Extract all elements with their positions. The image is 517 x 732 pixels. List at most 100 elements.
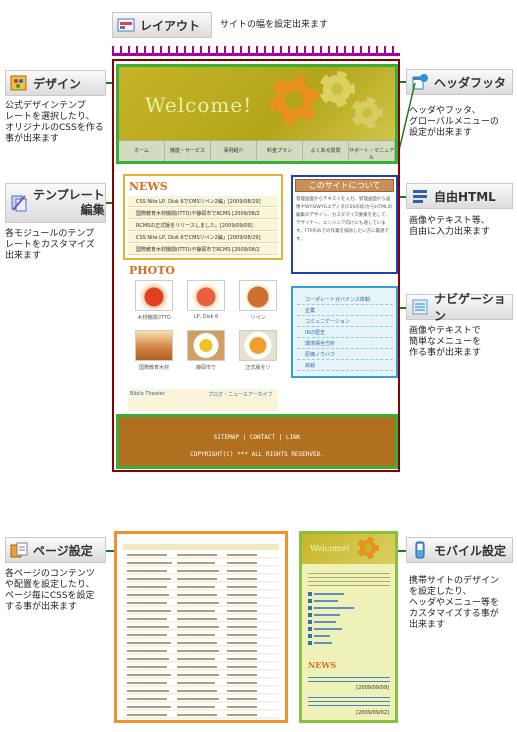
navigation-desc-line: 画像やテキストで [409,326,481,336]
template-label-text2: 編集 [80,203,105,217]
mobile-news-date: [2009/09/09] [356,685,389,691]
layout-label-text: レイアウト [140,18,201,33]
navigation-desc-line: 簡単なメニューを [409,337,482,347]
page-settings-label-text: ページ設定 [33,543,93,558]
bottom-right-link[interactable]: ブログ・ニュースアーカイブ [208,391,272,398]
mobile-screenshot: Welcome! NEWS [2009/09/09] [2009/09/02] [299,531,398,723]
mobile-intro-text [308,570,390,586]
photo-caption: 正式版をリ [245,365,271,371]
mobile-welcome: Welcome! [310,544,350,553]
header-footer-desc: ヘッダやフッタ、 グローバルメニューの 設定が出来ます [409,106,515,139]
footer-copyright: COPYRIGHT(C) *** ALL RIGHTS RESERVED. [190,451,324,458]
navi-item[interactable]: 環境保全方針 [297,340,393,349]
template-icon [10,194,28,212]
free-html-label-text: 自由HTML [434,189,496,204]
navi-item[interactable]: 目録 [297,362,393,371]
mobile-desc-line: 出来ます [409,620,446,630]
navigation-label-text: ナビゲーション [434,292,506,323]
page-settings-icon [10,541,28,559]
page-settings-label: ページ設定 [5,537,106,563]
mobile-menu [308,590,368,646]
photo-thumb[interactable] [239,330,277,361]
footer-highlight [116,414,398,469]
design-desc-line: 事が出来ます [5,134,60,144]
mobile-phone-icon [411,541,429,559]
template-label-text: テンプレート [33,188,105,202]
photo-caption: 静岡市で [195,365,216,371]
photo-caption: 木材機関(ITTO [137,315,171,321]
mobile-news-title: NEWS [308,660,337,670]
table-header [123,544,279,550]
template-desc: 各モジュールのテンプ レートをカスタマイズ 出来ます [5,229,115,262]
layout-label: レイアウト [112,12,212,38]
design-label: デザイン [5,70,106,96]
mobile-header: Welcome! [302,534,395,564]
free-html-desc: 画像やテキスト等、 自由に入力出来ます [409,216,515,238]
page-settings-desc-line: ページ毎にCSSを設定 [5,591,95,601]
photo-caption: LP, Disk 6 [193,314,219,320]
mobile-settings-label-text: モバイル設定 [434,543,507,558]
navigation-label: ナビゲーション [406,292,513,323]
palette-icon [10,74,28,92]
navi-item[interactable]: IRの歴史 [297,329,393,338]
navi-item[interactable]: コミュニケーション [297,318,393,327]
navigation-desc: 画像やテキストで 簡単なメニューを 作る事が出来ます [409,326,515,359]
header-footer-desc-line: ヘッダやフッタ、 [409,106,481,116]
template-label: テンプレート 編集 [5,183,106,223]
mobile-news-item[interactable] [308,674,390,683]
footer-links[interactable]: SITEMAP | CONTACT | LINK [116,434,398,441]
connector-line [106,550,114,552]
design-desc-line: レートを選択したり、 [5,112,95,122]
layout-icon [117,16,135,34]
page-table-rows [123,554,279,719]
page-settings-desc-line: や配置を設定したり、 [5,580,95,590]
photo-caption: リペン [250,315,266,321]
photo-thumb[interactable] [187,280,225,311]
design-label-text: デザイン [33,76,82,91]
navi-item[interactable]: 企業 [297,307,393,316]
photo-thumb[interactable] [135,330,173,361]
html-module-text: 管理画面からテキストを入力、管理画面から画像やWYSIWYGエディタ(CSSの枠… [296,197,393,242]
free-html-desc-line: 画像やテキスト等、 [409,216,490,226]
bottom-left-link[interactable]: Biblio Theater [130,391,165,397]
photo-thumb[interactable] [187,330,225,361]
template-desc-line: 各モジュールのテンプ [5,229,95,239]
html-module-title: このサイトについて [295,179,394,192]
mobile-desc-line: ヘッダやメニュー等を [409,598,500,608]
free-html-label: 自由HTML [406,183,513,209]
free-html-desc-line: 自由に入力出来ます [409,227,491,237]
mobile-desc-line: 携帯サイトのデザイン [409,576,500,586]
news-item[interactable]: CSS Nite LP, Disk 6でCMSリペン2編」[2009/08/29… [128,232,278,243]
template-desc-line: 出来ます [5,251,42,261]
template-desc-line: レートをカスタマイズ [5,240,95,250]
mobile-news-item[interactable] [308,694,390,706]
navi-item[interactable]: コーポレートガバナンス体制 [297,296,393,305]
layout-desc: サイトの幅を設定出来ます [220,20,329,30]
gear-icon [357,537,379,559]
design-desc-line: 公式デザインテンプ [5,101,86,111]
photo-thumb[interactable] [135,280,173,311]
navigation-desc-line: 作る事が出来ます [409,348,482,358]
mobile-desc: 携帯サイトのデザイン を設定したり、 ヘッダやメニュー等を カスタマイズする事が… [409,576,515,631]
mobile-desc-line: を設定したり、 [409,587,472,597]
template-bottom-links: Biblio Theater ブログ・ニュースアーカイブ [128,389,278,411]
connector-line [398,550,406,552]
header-footer-desc-line: 設定が出来ます [409,128,473,138]
width-ruler [112,46,400,56]
page-settings-desc-line: する事が出来ます [5,602,78,612]
news-title: NEWS [129,180,168,193]
page-settings-desc-line: 各ページのコンテンツ [5,569,95,579]
news-item[interactable]: CSS Nite LP, Disk 6でCMSリペン2編」[2009/08/29… [128,196,278,207]
news-item[interactable]: RCMSの正式版をリリースしました。[2009/09/09] [128,220,278,231]
design-desc-line: オリジナルのCSSを作る [5,123,104,133]
navi-item[interactable]: 原価ノウハウ [297,351,393,360]
header-footer-desc-line: グローバルメニューの [409,117,499,127]
mobile-news-date: [2009/09/02] [356,710,389,716]
mobile-settings-label: モバイル設定 [406,537,513,563]
news-item[interactable]: 国際教育木材機関(ITTO)や静岡市でRCMS [2009/08/2 [128,208,278,219]
news-item[interactable]: 国際教育木材機関(ITTO)や静岡市でRCMS [2009/08/2 [128,244,278,255]
photo-caption: 国際教育木材 [138,365,169,371]
header-highlight [116,64,398,164]
photo-thumb[interactable] [239,280,277,311]
header-footer-label: ヘッダフッタ [406,69,513,95]
